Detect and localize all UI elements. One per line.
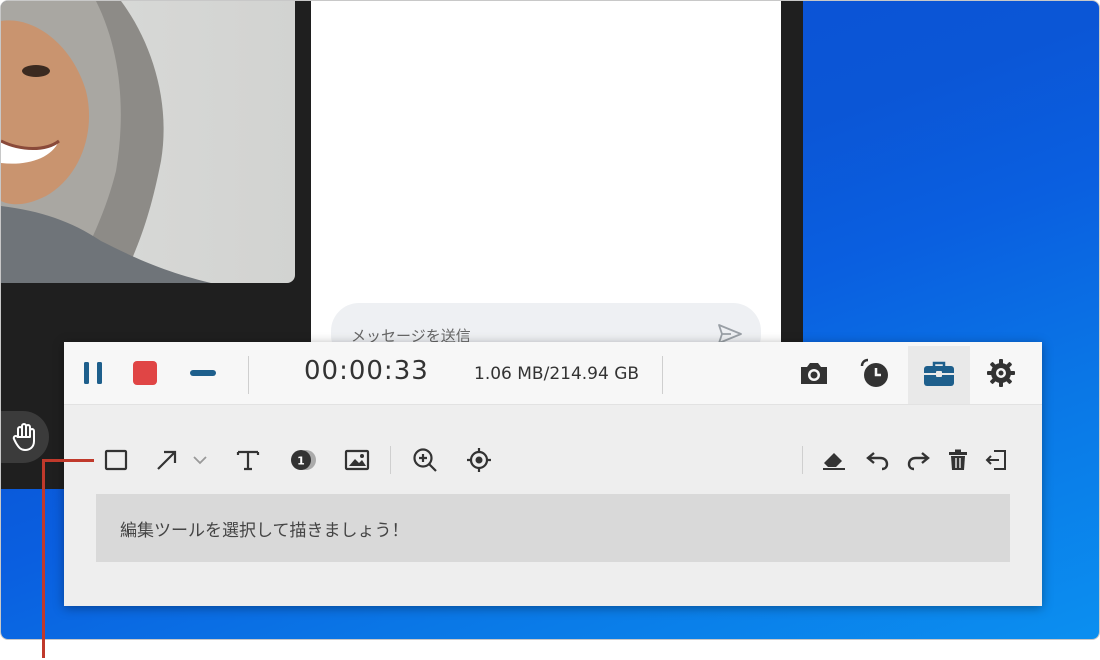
eraser-tool[interactable] <box>818 442 850 478</box>
recording-timer: 00:00:33 <box>304 356 429 386</box>
delete-button[interactable] <box>944 442 972 478</box>
arrow-dropdown[interactable] <box>188 442 212 478</box>
zoom-in-icon <box>413 448 437 472</box>
callout-line <box>42 459 45 658</box>
gear-icon <box>987 359 1015 387</box>
hand-icon <box>12 423 35 451</box>
schedule-button[interactable] <box>858 356 892 390</box>
tab-edit-tools[interactable] <box>908 346 970 404</box>
settings-button[interactable] <box>984 356 1018 390</box>
divider <box>662 356 663 394</box>
minimize-icon <box>190 370 216 376</box>
minimize-button[interactable] <box>186 358 220 388</box>
camera-icon <box>801 363 827 384</box>
pause-icon <box>84 362 102 384</box>
trash-icon <box>949 449 967 470</box>
divider <box>248 356 249 394</box>
hint-text: 編集ツールを選択して描きましょう！ <box>120 521 409 541</box>
drawing-tools-row: 1 <box>64 442 1042 478</box>
raise-hand-button[interactable] <box>1 411 49 463</box>
stop-button[interactable] <box>130 358 160 388</box>
exit-button[interactable] <box>982 442 1010 478</box>
image-icon <box>344 449 370 471</box>
spotlight-tool[interactable] <box>462 442 496 478</box>
arrow-icon <box>157 450 177 470</box>
participant-video <box>1 1 295 283</box>
zoom-tool[interactable] <box>408 442 442 478</box>
number-tool[interactable]: 1 <box>286 442 320 478</box>
callout-line <box>42 459 94 462</box>
text-icon <box>236 450 260 471</box>
target-icon <box>467 448 491 472</box>
chevron-down-icon <box>193 456 207 465</box>
stop-icon <box>133 361 157 385</box>
participant-face-image <box>1 1 211 283</box>
pause-button[interactable] <box>78 356 108 390</box>
undo-button[interactable] <box>864 442 892 478</box>
redo-button[interactable] <box>904 442 932 478</box>
rectangle-tool[interactable] <box>100 442 132 478</box>
undo-icon <box>866 452 889 471</box>
alarm-clock-icon <box>860 358 888 387</box>
arrow-tool[interactable] <box>152 442 182 478</box>
rectangle-icon <box>104 449 128 471</box>
text-tool[interactable] <box>232 442 264 478</box>
screenshot-button[interactable] <box>796 358 832 388</box>
exit-icon <box>985 450 1006 470</box>
file-size-indicator: 1.06 MB/214.94 GB <box>474 364 640 384</box>
image-tool[interactable] <box>340 442 374 478</box>
divider <box>390 446 391 474</box>
eraser-icon <box>823 453 845 470</box>
redo-icon <box>907 452 930 471</box>
recorder-control-bar: 00:00:33 1.06 MB/214.94 GB <box>64 342 1042 405</box>
toolbox-icon <box>924 361 954 386</box>
recorder-toolbar: 00:00:33 1.06 MB/214.94 GB 1 編集ツールを選択して描… <box>64 342 1042 606</box>
svg-text:1: 1 <box>297 455 305 468</box>
hint-panel: 編集ツールを選択して描きましょう！ <box>96 494 1010 562</box>
number-badge-icon: 1 <box>291 450 316 470</box>
chat-panel <box>311 1 781 363</box>
divider <box>802 446 803 474</box>
